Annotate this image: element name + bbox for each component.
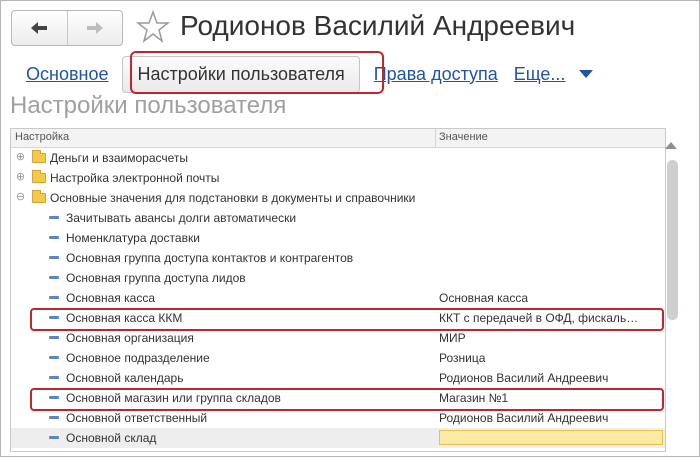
table-row[interactable]: ⊕ Настройка электронной почты	[11, 168, 665, 188]
setting-item-icon	[49, 416, 59, 419]
folder-icon	[32, 170, 46, 183]
setting-name: Номенклатура доставки	[66, 231, 200, 245]
folder-icon	[32, 190, 46, 203]
setting-value: Основная касса	[439, 291, 529, 305]
setting-name: Настройка электронной почты	[50, 171, 220, 185]
table-row[interactable]: Основной календарь Родионов Василий Андре…	[11, 368, 665, 388]
setting-item-icon	[49, 356, 59, 359]
setting-value: Розница	[439, 351, 486, 365]
setting-item-icon	[49, 296, 59, 299]
highlight-frame-tab	[130, 51, 384, 94]
setting-item-icon	[49, 376, 59, 379]
setting-name: Основная группа доступа контактов и конт…	[66, 251, 354, 265]
table-row[interactable]: Зачитывать авансы долги автоматически	[11, 208, 665, 228]
table-row[interactable]: Основная группа доступа лидов	[11, 268, 665, 288]
setting-name: Основная группа доступа лидов	[66, 271, 246, 285]
table-header: Настройка Значение	[11, 129, 665, 148]
setting-name: Зачитывать авансы долги автоматически	[66, 211, 297, 225]
setting-name: Деньги и взаиморасчеты	[50, 151, 189, 165]
setting-name: Основное подразделение	[66, 351, 210, 365]
collapse-icon[interactable]: ⊖	[15, 192, 26, 203]
column-divider	[435, 129, 436, 147]
setting-item-icon	[49, 276, 59, 279]
tab-more-label: Еще...	[513, 63, 566, 84]
chevron-down-icon	[579, 70, 594, 78]
table-row[interactable]: Основной склад	[11, 428, 665, 448]
setting-name: Основной ответственный	[66, 411, 208, 425]
table-row[interactable]: Основная организация МИР	[11, 328, 665, 348]
table-row[interactable]: ⊖ Основные значения для подстановки в док…	[11, 188, 665, 208]
setting-name: Основная касса	[66, 291, 156, 305]
setting-value: Родионов Василий Андреевич	[439, 371, 609, 385]
tab-main[interactable]: Основное	[18, 64, 116, 85]
star-icon[interactable]	[136, 10, 170, 44]
scroll-up-arrow[interactable]	[665, 142, 677, 149]
arrow-right-icon	[86, 22, 103, 34]
value-input[interactable]	[439, 430, 663, 445]
tab-access-rights[interactable]: Права доступа	[366, 64, 506, 85]
column-header-value[interactable]: Значение	[439, 131, 488, 143]
setting-value: Родионов Василий Андреевич	[439, 411, 609, 425]
setting-item-icon	[49, 336, 59, 339]
highlight-frame-cash-register	[30, 308, 664, 331]
expand-icon[interactable]: ⊕	[15, 152, 26, 163]
setting-name: Основная организация	[66, 331, 194, 345]
highlight-frame-store	[30, 388, 664, 411]
table-row[interactable]: Основное подразделение Розница	[11, 348, 665, 368]
table-row[interactable]: Основная группа доступа контактов и конт…	[11, 248, 665, 268]
table-row[interactable]: Номенклатура доставки	[11, 228, 665, 248]
table-row[interactable]: Основной ответственный Родионов Василий А…	[11, 408, 665, 428]
section-title: Настройки пользователя	[10, 92, 287, 119]
setting-item-icon	[49, 236, 59, 239]
back-button[interactable]	[12, 11, 67, 45]
arrow-left-icon	[31, 22, 48, 34]
setting-name: Основной склад	[66, 431, 157, 445]
tab-more[interactable]: Еще...	[506, 64, 602, 85]
setting-name: Основные значения для подстановки в доку…	[50, 191, 416, 205]
forward-button[interactable]	[66, 11, 123, 45]
setting-item-icon	[49, 256, 59, 259]
page-title: Родионов Василий Андреевич	[180, 10, 576, 41]
table-row[interactable]: Основная касса Основная касса	[11, 288, 665, 308]
setting-value: МИР	[439, 331, 466, 345]
column-header-setting[interactable]: Настройка	[15, 131, 69, 143]
setting-item-icon	[49, 216, 59, 219]
setting-name: Основной календарь	[66, 371, 184, 385]
expand-icon[interactable]: ⊕	[15, 172, 26, 183]
nav-button-group	[11, 10, 123, 46]
scrollbar-thumb[interactable]	[667, 160, 678, 320]
folder-icon	[32, 150, 46, 163]
setting-item-icon	[49, 436, 59, 439]
table-row[interactable]: ⊕ Деньги и взаиморасчеты	[11, 148, 665, 168]
